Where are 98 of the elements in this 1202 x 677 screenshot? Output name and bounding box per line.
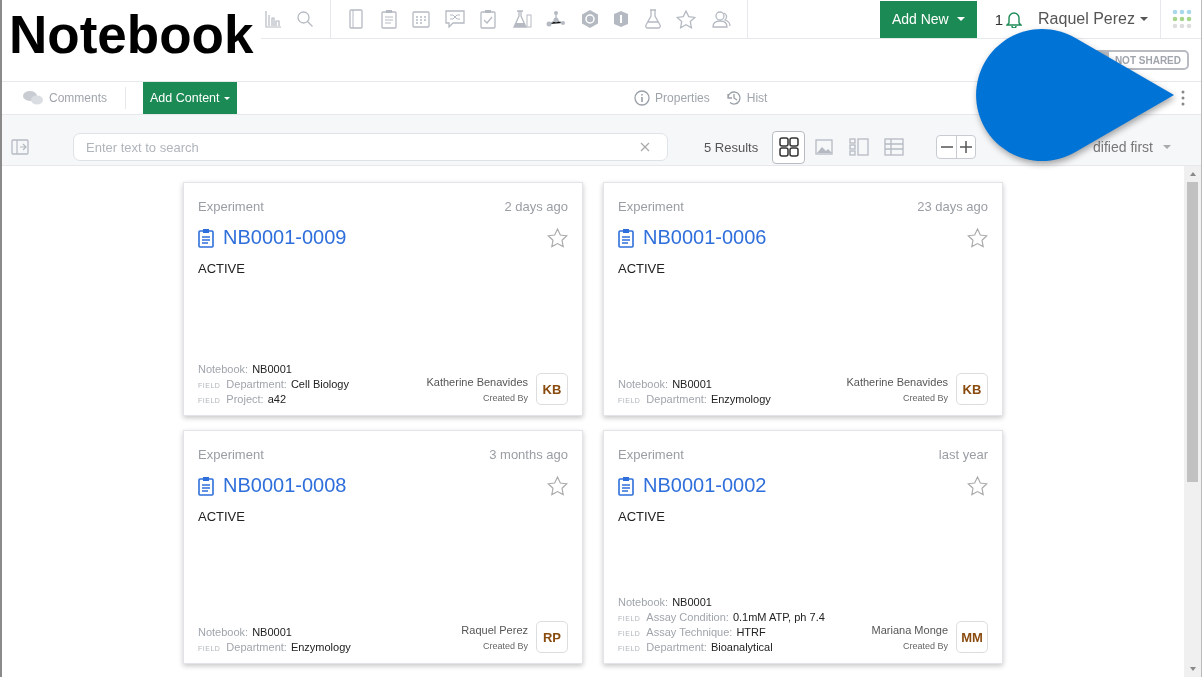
favorite-star-icon[interactable] [967, 475, 988, 496]
creator-name: Katherine Benavides [846, 375, 948, 388]
properties-button[interactable]: Properties [634, 90, 710, 106]
card-title-link[interactable]: NB0001-0008 [223, 474, 347, 497]
results-count: 5 Results [704, 139, 759, 155]
field-label: Department: [646, 641, 707, 653]
field-value: NB0001 [672, 378, 712, 390]
search-field[interactable]: Enter text to search [73, 133, 668, 161]
grid-icon [778, 137, 799, 157]
field-value: HTRF [736, 626, 766, 638]
add-new-button[interactable]: Add New [879, 0, 977, 38]
field-label: Notebook: [618, 378, 669, 390]
bell-icon[interactable] [1006, 10, 1023, 28]
created-by-label: Created By [902, 392, 948, 403]
flask-icon[interactable] [643, 9, 662, 29]
user-menu[interactable]: Raquel Perez [1038, 10, 1160, 28]
card-time: 3 months ago [489, 447, 568, 462]
scroll-up-icon[interactable] [1188, 171, 1197, 177]
field-label: Notebook: [618, 596, 669, 608]
card-type: Experiment [198, 447, 264, 462]
add-content-button[interactable]: Add Content [143, 82, 237, 114]
field-label: Department: [226, 641, 287, 653]
field-label: Notebook: [198, 363, 249, 375]
card-time: 2 days ago [504, 199, 568, 214]
field-label: Assay Condition: [646, 611, 729, 623]
image-icon [814, 139, 833, 155]
card-type: Experiment [198, 199, 264, 214]
scroll-down-icon[interactable] [1188, 666, 1197, 672]
notebook-icon[interactable] [347, 9, 365, 29]
scrollbar[interactable] [1184, 166, 1201, 677]
card-title-link[interactable]: NB0001-0002 [643, 474, 767, 497]
flask-rack-icon[interactable] [511, 9, 532, 29]
chat-shuffle-icon[interactable] [444, 10, 465, 28]
card-status: ACTIVE [618, 509, 666, 524]
field-label: Department: [646, 393, 707, 405]
card-type: Experiment [618, 447, 684, 462]
creator-name: Katherine Benavides [426, 375, 528, 388]
comments-button[interactable]: Comments [22, 90, 107, 106]
card-time: last year [938, 447, 988, 462]
initials-avatar: KB [956, 373, 988, 405]
creator-name: Mariana Monge [871, 623, 948, 636]
bar-chart-icon[interactable] [264, 10, 282, 28]
clipboard-icon [198, 227, 214, 248]
field-label: Assay Technique: [646, 626, 733, 638]
card-title-link[interactable]: NB0001-0009 [223, 226, 347, 249]
field-value: NB0001 [252, 363, 292, 375]
creator-name: Raquel Perez [461, 623, 528, 636]
clipboard-icon[interactable] [379, 9, 398, 29]
info-icon [634, 90, 651, 106]
history-button[interactable]: Hist [725, 90, 768, 106]
hexagon-icon[interactable] [580, 9, 599, 29]
field-label: Project: [226, 393, 264, 405]
created-by-label: Created By [482, 392, 528, 403]
created-by-label: Created By [482, 640, 528, 651]
card-status: ACTIVE [198, 509, 246, 524]
field-value: 0.1mM ATP, ph 7.4 [732, 611, 825, 623]
initials-avatar: RP [536, 621, 568, 653]
clipboard-icon [618, 475, 634, 496]
favorite-star-icon[interactable] [547, 475, 568, 496]
field-label: Notebook: [198, 626, 249, 638]
card-status: ACTIVE [198, 261, 246, 276]
field-value: Enzymology [290, 641, 351, 653]
star-icon[interactable] [676, 9, 696, 29]
field-label: Department: [226, 378, 287, 390]
list-icon [848, 138, 869, 156]
plus-icon [959, 140, 974, 154]
notification-count[interactable]: 1 [994, 10, 1004, 28]
shield-icon[interactable] [613, 10, 629, 28]
card-type: Experiment [618, 199, 684, 214]
comment-icon [22, 90, 44, 106]
users-icon[interactable] [710, 10, 731, 28]
clipboard-icon [618, 227, 634, 248]
clipboard-icon [198, 475, 214, 496]
field-value: Cell Biology [290, 378, 349, 390]
grid-view-button[interactable] [772, 130, 806, 164]
molecule-icon[interactable] [546, 10, 566, 28]
more-options-icon[interactable] [1181, 90, 1185, 106]
card-time: 23 days ago [917, 199, 988, 214]
created-by-label: Created By [902, 640, 948, 651]
app-grid-icon[interactable] [1172, 9, 1192, 29]
field-value: a42 [267, 393, 286, 405]
sidebar-toggle-icon[interactable] [11, 139, 29, 155]
field-value: Bioanalytical [710, 641, 773, 653]
initials-avatar: MM [956, 621, 988, 653]
card-title-link[interactable]: NB0001-0006 [643, 226, 767, 249]
table-icon [883, 138, 904, 156]
favorite-star-icon[interactable] [967, 227, 988, 248]
field-value: NB0001 [672, 596, 712, 608]
calendar-icon[interactable] [412, 10, 430, 28]
clear-icon[interactable] [640, 142, 650, 152]
field-value: NB0001 [252, 626, 292, 638]
field-value: Enzymology [710, 393, 771, 405]
history-icon [725, 90, 742, 106]
initials-avatar: KB [536, 373, 568, 405]
card-status: ACTIVE [618, 261, 666, 276]
clipboard-check-icon[interactable] [479, 9, 497, 29]
favorite-star-icon[interactable] [547, 227, 568, 248]
search-icon[interactable] [296, 10, 314, 28]
